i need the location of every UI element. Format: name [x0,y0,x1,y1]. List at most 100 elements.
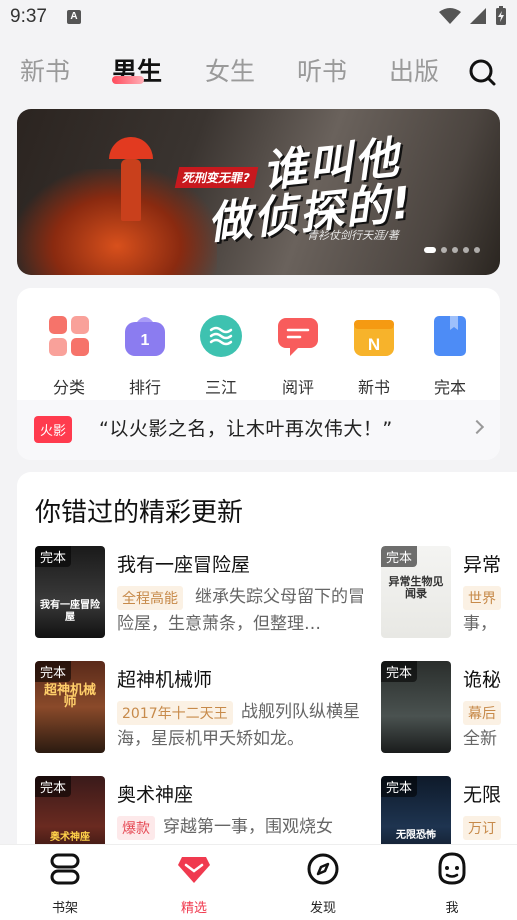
banner-dot[interactable] [474,247,480,253]
book-icon [434,316,466,356]
tab-publishing[interactable]: 出版 [389,52,439,88]
updates-card: 你错过的精彩更新 完本 我有一座冒险屋 我有一座冒险屋 全程高能 继承失踪父母留… [17,472,517,852]
book-description: 继承失踪父母留下的冒险屋，生意萧条，但整理… [117,587,365,634]
active-tab-indicator [112,76,144,84]
bookshelf-icon [50,853,80,885]
category-item-classify[interactable]: 分类 [39,314,99,398]
cover-badge: 完本 [381,661,418,682]
category-label: 三江 [204,378,237,397]
book-cover: 完本 我有一座冒险屋 [35,546,105,638]
comment-icon [278,318,318,356]
face-icon [438,852,466,885]
category-item-review[interactable]: 阅评 [268,314,328,398]
cover-badge: 完本 [35,661,72,682]
category-item-new-books[interactable]: N 新书 [344,314,404,398]
cover-badge: 完本 [381,546,418,567]
section-title: 你错过的精彩更新 [35,498,244,528]
tab-new-books[interactable]: 新书 [20,52,70,88]
book-cover: 完本 [381,661,451,753]
news-row[interactable]: 火影 “以火影之名，让木叶再次伟大！” [17,400,500,460]
tab-female[interactable]: 女生 [205,52,255,88]
nav-label: 书架 [51,901,78,916]
banner-author: 青衫仗剑行天涯/著 [307,229,399,242]
cover-title: 无限恐怖 [396,830,436,841]
banner-pagination [424,247,480,253]
status-time: 9:37 [10,6,47,27]
status-icons [439,6,507,26]
compass-icon [307,853,339,885]
tab-audiobooks[interactable]: 听书 [297,52,347,88]
banner-umbrella-art [109,137,153,159]
category-item-sanjiang[interactable]: 三江 [191,314,251,398]
book-description: 事， [463,614,497,634]
cover-badge: 完本 [35,546,72,567]
book-title: 超神机械师 [117,669,213,691]
book-cover: 完本 无限恐怖 [381,776,451,852]
cover-badge: 完本 [35,776,72,797]
category-label: 排行 [128,378,161,397]
signal-icon [470,8,486,24]
category-card: 分类 1 排行 三江 阅评 N 新书 完本 火影 “以火影之名，让木叶再次伟大！… [17,288,500,460]
rank-icon: 1 [125,317,165,356]
svg-text:1: 1 [141,332,150,349]
notification-icon: A [67,10,81,24]
diamond-icon [178,857,210,883]
battery-icon [496,6,506,25]
chevron-right-icon [469,419,485,435]
nav-featured[interactable]: 精选 [154,851,234,916]
cover-title: 奥术神座 [50,832,90,843]
banner-dot[interactable] [452,247,458,253]
book-cover: 完本 异常生物见闻录 [381,546,451,638]
promo-banner[interactable]: 死刑变无罪? 谁叫他 做侦探的! 青衫仗剑行天涯/著 [17,109,500,275]
status-bar: 9:37 A [0,0,517,36]
category-item-finished[interactable]: 完本 [420,314,480,398]
search-button[interactable] [466,56,498,88]
book-item[interactable]: 完本 诡秘 幕后 全新 [381,661,517,757]
wifi-icon [439,8,461,24]
cover-badge: 完本 [381,776,418,797]
svg-text:N: N [368,335,380,354]
book-item[interactable]: 完本 无限恐怖 无限 万订 [381,776,517,852]
nav-me[interactable]: 我 [412,851,492,916]
category-item-rank[interactable]: 1 排行 [115,314,175,398]
book-description: 穿越第一事，围观烧女 [163,817,333,837]
wave-icon [200,315,242,357]
book-tag: 万订 [463,816,501,840]
book-tag: 世界 [463,586,501,610]
book-title: 诡秘 [463,669,502,691]
grid-icon [49,316,89,356]
book-item[interactable]: 完本 我有一座冒险屋 我有一座冒险屋 全程高能 继承失踪父母留下的冒险屋，生意萧… [35,546,375,642]
nav-label: 发现 [309,901,336,916]
calendar-icon: N [354,320,394,356]
banner-dot[interactable] [424,247,436,253]
book-cover: 完本 奥术神座 [35,776,105,852]
book-item[interactable]: 完本 超神机械师 超神机械师 2017年十二天王 战舰列队纵横星海，星辰机甲夭矫… [35,661,375,757]
top-tabs: 新书 男生 女生 听书 出版 [0,44,517,104]
banner-figure-art [121,159,141,221]
nav-label: 我 [445,901,459,916]
book-title: 异常 [463,554,502,576]
book-description: 战舰列队纵横星海，星辰机甲夭矫如龙。 [117,702,360,749]
category-label: 新书 [357,378,390,397]
nav-label: 精选 [180,901,207,916]
book-item[interactable]: 完本 异常生物见闻录 异常 世界 事， [381,546,517,642]
category-label: 完本 [433,378,466,397]
nav-bookshelf[interactable]: 书架 [25,851,105,916]
nav-discover[interactable]: 发现 [283,851,363,916]
book-title: 我有一座冒险屋 [117,554,251,576]
book-description: 全新 [463,729,497,749]
bottom-nav: 书架 精选 发现 我 [0,844,517,920]
category-label: 分类 [52,378,85,397]
book-tag: 幕后 [463,701,501,725]
category-label: 阅评 [281,378,314,397]
book-cover: 完本 超神机械师 [35,661,105,753]
cover-title: 异常生物见闻录 [388,575,444,600]
banner-dot[interactable] [463,247,469,253]
cover-title: 超神机械师 [43,683,96,710]
cover-title: 我有一座冒险屋 [40,600,100,623]
book-item[interactable]: 完本 奥术神座 奥术神座 爆款 穿越第一事，围观烧女 [35,776,375,852]
banner-dot[interactable] [441,247,447,253]
news-badge: 火影 [34,416,73,443]
search-icon [469,59,496,86]
news-text: “以火影之名，让木叶再次伟大！” [99,418,393,440]
